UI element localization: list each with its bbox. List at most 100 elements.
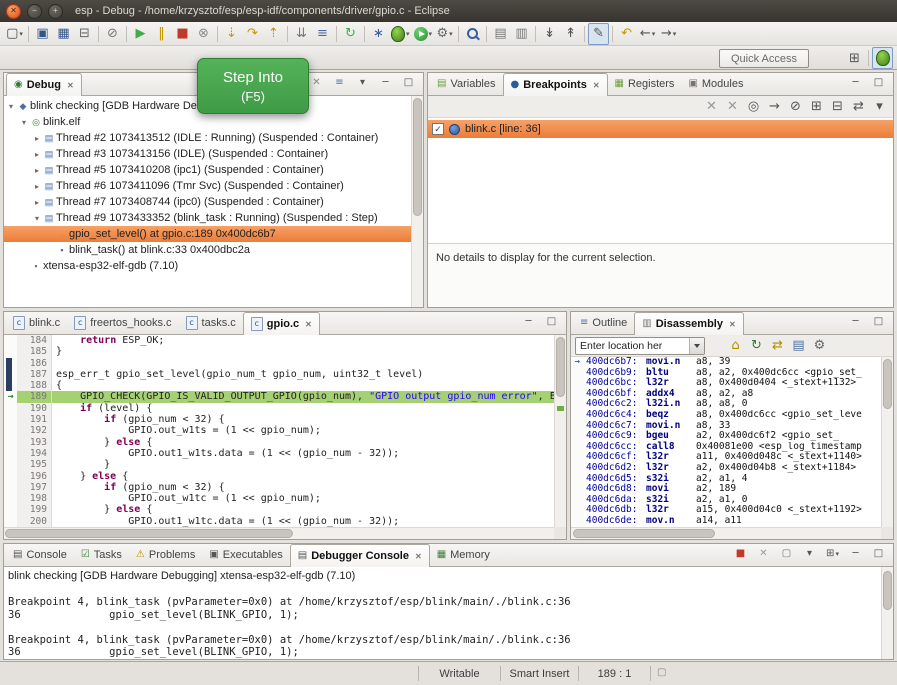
new-icon[interactable]: ▢▾ bbox=[4, 23, 25, 45]
forward-icon[interactable]: →▾ bbox=[658, 23, 679, 45]
code-line[interactable]: 185} bbox=[4, 346, 554, 357]
tab-blink-c[interactable]: cblink.c bbox=[6, 312, 67, 334]
step-into-icon[interactable]: ⇣ bbox=[221, 23, 242, 45]
suspend-icon[interactable]: ‖ bbox=[151, 23, 172, 45]
run-icon[interactable]: ▾ bbox=[412, 23, 435, 45]
dropdown-caret-icon[interactable]: ▾ bbox=[406, 30, 410, 38]
code-line[interactable]: 194 GPIO.out1_w1ts.data = (1 << (gpio_nu… bbox=[4, 448, 554, 459]
tab-breakpoints[interactable]: ●Breakpoints✕ bbox=[503, 73, 608, 96]
code-line[interactable]: 192 GPIO.out_w1ts = (1 << gpio_num); bbox=[4, 425, 554, 436]
code-line[interactable]: 193 } else { bbox=[4, 437, 554, 448]
disassembly-line[interactable]: 400dc6c4:beqza8, 0x400dc6cc <gpio_set_le… bbox=[571, 410, 881, 421]
disassembly-line[interactable]: 400dc6d2:l32ra2, 0x400d04b8 <_stext+1184… bbox=[571, 463, 881, 474]
dropdown-caret-icon[interactable]: ▾ bbox=[429, 30, 433, 38]
debug-tree-item[interactable]: ▸▤Thread #3 1073413156 (IDLE) (Suspended… bbox=[4, 146, 411, 162]
previous-annotation-icon[interactable]: ↟ bbox=[560, 23, 581, 45]
display-selected-console-icon[interactable]: ▾ bbox=[799, 545, 820, 563]
editor-vertical-scrollbar[interactable] bbox=[554, 335, 566, 527]
close-tab-icon[interactable]: ✕ bbox=[67, 81, 74, 90]
code-line[interactable]: 188{ bbox=[4, 380, 554, 391]
next-annotation-icon[interactable]: ↡ bbox=[539, 23, 560, 45]
debug-tree-item[interactable]: ▸▤Thread #5 1073410208 (ipc1) (Suspended… bbox=[4, 162, 411, 178]
view-menu-icon[interactable]: ▾ bbox=[352, 74, 373, 92]
tree-closed-arrow-icon[interactable]: ▸ bbox=[32, 134, 42, 143]
step-return-icon[interactable]: ⇡ bbox=[263, 23, 284, 45]
tab-debug[interactable]: ◉Debug✕ bbox=[6, 73, 82, 96]
settings-icon[interactable]: ⚙ bbox=[809, 335, 830, 357]
external-tools-icon[interactable]: ⚙▾ bbox=[434, 23, 455, 45]
instruction-stepping-icon[interactable]: ≡ bbox=[312, 23, 333, 45]
console-output[interactable]: blink checking [GDB Hardware Debugging] … bbox=[4, 567, 881, 659]
remove-all-terminated-icon[interactable]: ✕ bbox=[306, 74, 327, 92]
code-line[interactable]: 190 if (level) { bbox=[4, 403, 554, 414]
link-with-debug-view-icon[interactable]: ⇄ bbox=[848, 96, 869, 118]
remove-launch-icon[interactable]: ✕ bbox=[753, 545, 774, 563]
close-tab-icon[interactable]: ✕ bbox=[305, 320, 312, 329]
open-console-icon[interactable]: ⊞▾ bbox=[822, 545, 843, 563]
tree-closed-arrow-icon[interactable]: ▸ bbox=[32, 150, 42, 159]
minimize-icon[interactable]: ─ bbox=[518, 313, 539, 331]
code-line[interactable]: →189 GPIO_CHECK(GPIO_IS_VALID_OUTPUT_GPI… bbox=[4, 391, 554, 402]
code-editor[interactable]: 184 return ESP_OK;185}186187esp_err_t gp… bbox=[4, 335, 554, 527]
code-line[interactable]: 187esp_err_t gpio_set_level(gpio_num_t g… bbox=[4, 369, 554, 380]
terminate-icon[interactable]: ■ bbox=[730, 545, 751, 563]
remove-selected-icon[interactable]: ✕ bbox=[701, 96, 722, 118]
disconnect-icon[interactable]: ⊗ bbox=[193, 23, 214, 45]
dropdown-caret-icon[interactable]: ▾ bbox=[673, 30, 677, 38]
close-tab-icon[interactable]: ✕ bbox=[729, 320, 736, 329]
terminate-icon[interactable]: ■ bbox=[172, 23, 193, 45]
code-line[interactable]: 199 } else { bbox=[4, 504, 554, 515]
tree-open-arrow-icon[interactable]: ▾ bbox=[6, 102, 16, 111]
combo-dropdown-icon[interactable] bbox=[689, 338, 704, 354]
editor-horizontal-scrollbar[interactable] bbox=[4, 527, 554, 539]
instruction-stepping-toggle-icon[interactable]: ≡ bbox=[329, 74, 350, 92]
tab-registers[interactable]: ▦Registers bbox=[608, 73, 682, 95]
last-edit-location-icon[interactable]: ↶ bbox=[616, 23, 637, 45]
location-combo-text[interactable]: Enter location her bbox=[576, 340, 689, 352]
save-all-icon[interactable]: ▦ bbox=[53, 23, 74, 45]
close-tab-icon[interactable]: ✕ bbox=[415, 552, 422, 561]
tab-executables[interactable]: ▣Executables bbox=[202, 544, 289, 566]
tree-open-arrow-icon[interactable]: ▾ bbox=[32, 214, 42, 223]
breakpoint-row[interactable]: ✓blink.c [line: 36] bbox=[428, 120, 893, 138]
breakpoint-checkbox[interactable]: ✓ bbox=[432, 123, 444, 135]
maximize-icon[interactable]: □ bbox=[541, 313, 562, 331]
search-icon[interactable] bbox=[462, 23, 483, 45]
debug-tree-item[interactable]: ▸▤Thread #2 1073413512 (IDLE : Running) … bbox=[4, 130, 411, 146]
tree-closed-arrow-icon[interactable]: ▸ bbox=[32, 198, 42, 207]
tab-disassembly[interactable]: ▥Disassembly✕ bbox=[634, 312, 743, 335]
open-perspective-icon[interactable]: ⊞ bbox=[844, 47, 865, 69]
dropdown-caret-icon[interactable]: ▾ bbox=[835, 550, 839, 558]
view-menu-icon[interactable]: ▾ bbox=[869, 96, 890, 118]
tab-variables[interactable]: ▤Variables bbox=[430, 73, 503, 95]
tab-modules[interactable]: ▣Modules bbox=[681, 73, 750, 95]
maximize-icon[interactable]: □ bbox=[868, 74, 889, 92]
tab-tasks-c[interactable]: ctasks.c bbox=[179, 312, 243, 334]
show-source-icon[interactable]: ▤ bbox=[788, 335, 809, 357]
go-to-file-icon[interactable]: → bbox=[764, 96, 785, 118]
disassembly-vertical-scrollbar[interactable] bbox=[881, 357, 893, 527]
debug-tree-item[interactable]: ▪blink_task() at blink.c:33 0x400dbc2a bbox=[4, 242, 411, 258]
tab-problems[interactable]: ⚠Problems bbox=[129, 544, 202, 566]
tab-tasks[interactable]: ☑Tasks bbox=[74, 544, 129, 566]
tree-closed-arrow-icon[interactable]: ▸ bbox=[32, 182, 42, 191]
code-line[interactable]: 196 } else { bbox=[4, 471, 554, 482]
clear-console-icon[interactable]: ▢ bbox=[776, 545, 797, 563]
disassembly-line[interactable]: →400dc6b7:movi.na8, 39 bbox=[571, 357, 881, 368]
location-combo[interactable]: Enter location her bbox=[575, 337, 705, 355]
show-breakpoints-for-icon[interactable]: ◎ bbox=[743, 96, 764, 118]
maximize-icon[interactable]: □ bbox=[868, 545, 889, 563]
code-line[interactable]: 184 return ESP_OK; bbox=[4, 335, 554, 346]
skip-all-breakpoints-icon[interactable]: ⊘ bbox=[102, 23, 123, 45]
save-icon[interactable]: ▣ bbox=[32, 23, 53, 45]
refresh-icon[interactable]: ↻ bbox=[746, 335, 767, 357]
open-resource-icon[interactable]: ▥ bbox=[511, 23, 532, 45]
tab-gpio-c[interactable]: cgpio.c✕ bbox=[243, 312, 320, 335]
sync-with-context-icon[interactable]: ⇄ bbox=[767, 335, 788, 357]
debug-scrollbar[interactable] bbox=[411, 96, 423, 307]
disassembly-horizontal-scrollbar[interactable] bbox=[571, 527, 881, 539]
tab-outline[interactable]: ≡Outline bbox=[573, 312, 634, 334]
tree-closed-arrow-icon[interactable]: ▸ bbox=[32, 166, 42, 175]
dropdown-caret-icon[interactable]: ▾ bbox=[19, 30, 23, 38]
dropdown-caret-icon[interactable]: ▾ bbox=[449, 30, 453, 38]
